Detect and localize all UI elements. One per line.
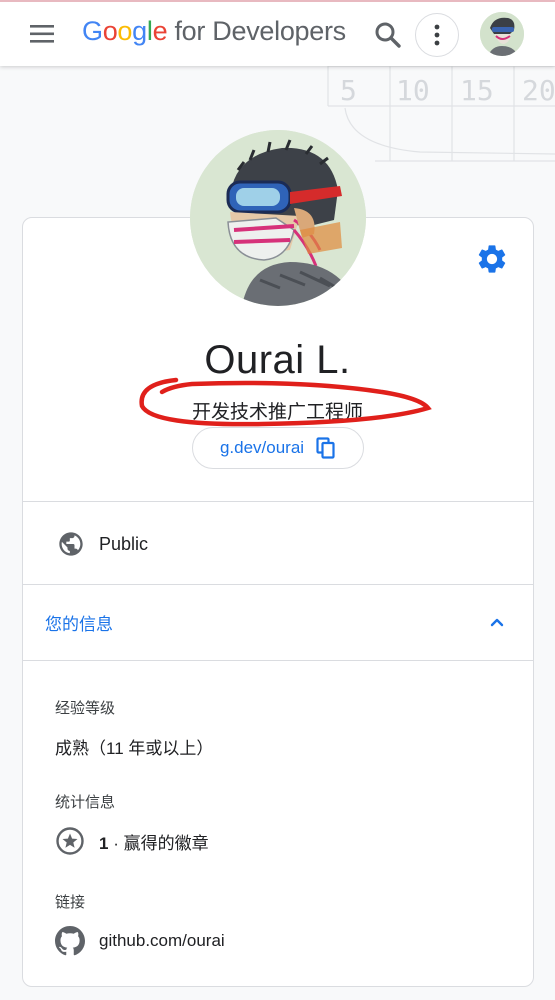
gear-icon	[478, 245, 506, 273]
badge-text: · 赢得的徽章	[108, 833, 209, 853]
experience-value: 成熟（11 年或以上）	[55, 739, 214, 758]
profile-job-title: 开发技术推广工程师	[191, 402, 363, 423]
more-options-button[interactable]	[415, 13, 459, 57]
ruler-tick-15: 15	[460, 74, 494, 107]
account-avatar-image	[480, 12, 524, 56]
star-badge-icon	[56, 827, 84, 855]
settings-button[interactable]	[475, 242, 509, 276]
account-avatar[interactable]	[480, 12, 524, 56]
divider	[23, 660, 533, 661]
search-button[interactable]	[373, 20, 403, 50]
ruler-tick-10: 10	[396, 74, 430, 107]
divider	[23, 584, 533, 585]
menu-button[interactable]	[28, 22, 58, 46]
brand-suffix: for Developers	[174, 16, 346, 46]
ruler-tick-20: 20	[522, 74, 555, 107]
experience-label: 经验等级	[55, 700, 116, 717]
ruler-tick-5: 5	[340, 74, 357, 107]
profile-avatar	[190, 130, 366, 306]
github-link[interactable]: github.com/ourai	[55, 926, 225, 956]
profile-name: Ourai L.	[204, 338, 351, 382]
your-info-section-toggle[interactable]: 您的信息	[23, 600, 533, 644]
your-info-header: 您的信息	[45, 614, 113, 634]
copy-icon[interactable]	[316, 437, 336, 459]
profile-link-chip[interactable]: g.dev/ourai	[192, 427, 364, 469]
profile-avatar-image	[190, 130, 366, 306]
github-link-text: github.com/ourai	[99, 931, 225, 950]
brand-logo[interactable]: Google for Developers	[82, 16, 346, 47]
profile-link-text: g.dev/ourai	[219, 438, 305, 457]
badges-stat: 1 · 赢得的徽章	[55, 826, 209, 856]
github-icon	[55, 926, 85, 956]
chevron-up-icon	[490, 618, 504, 627]
visibility-row: Public	[23, 520, 533, 568]
top-app-bar: Google for Developers	[0, 0, 555, 66]
search-icon	[375, 22, 401, 48]
links-label: 链接	[55, 894, 86, 911]
more-vert-icon	[434, 24, 440, 46]
globe-icon	[59, 532, 83, 556]
divider	[23, 501, 533, 502]
visibility-label: Public	[99, 533, 149, 554]
stats-label: 统计信息	[55, 794, 116, 811]
menu-icon	[30, 25, 54, 43]
background-ruler-graphic: 5 10 15 20	[327, 66, 555, 162]
